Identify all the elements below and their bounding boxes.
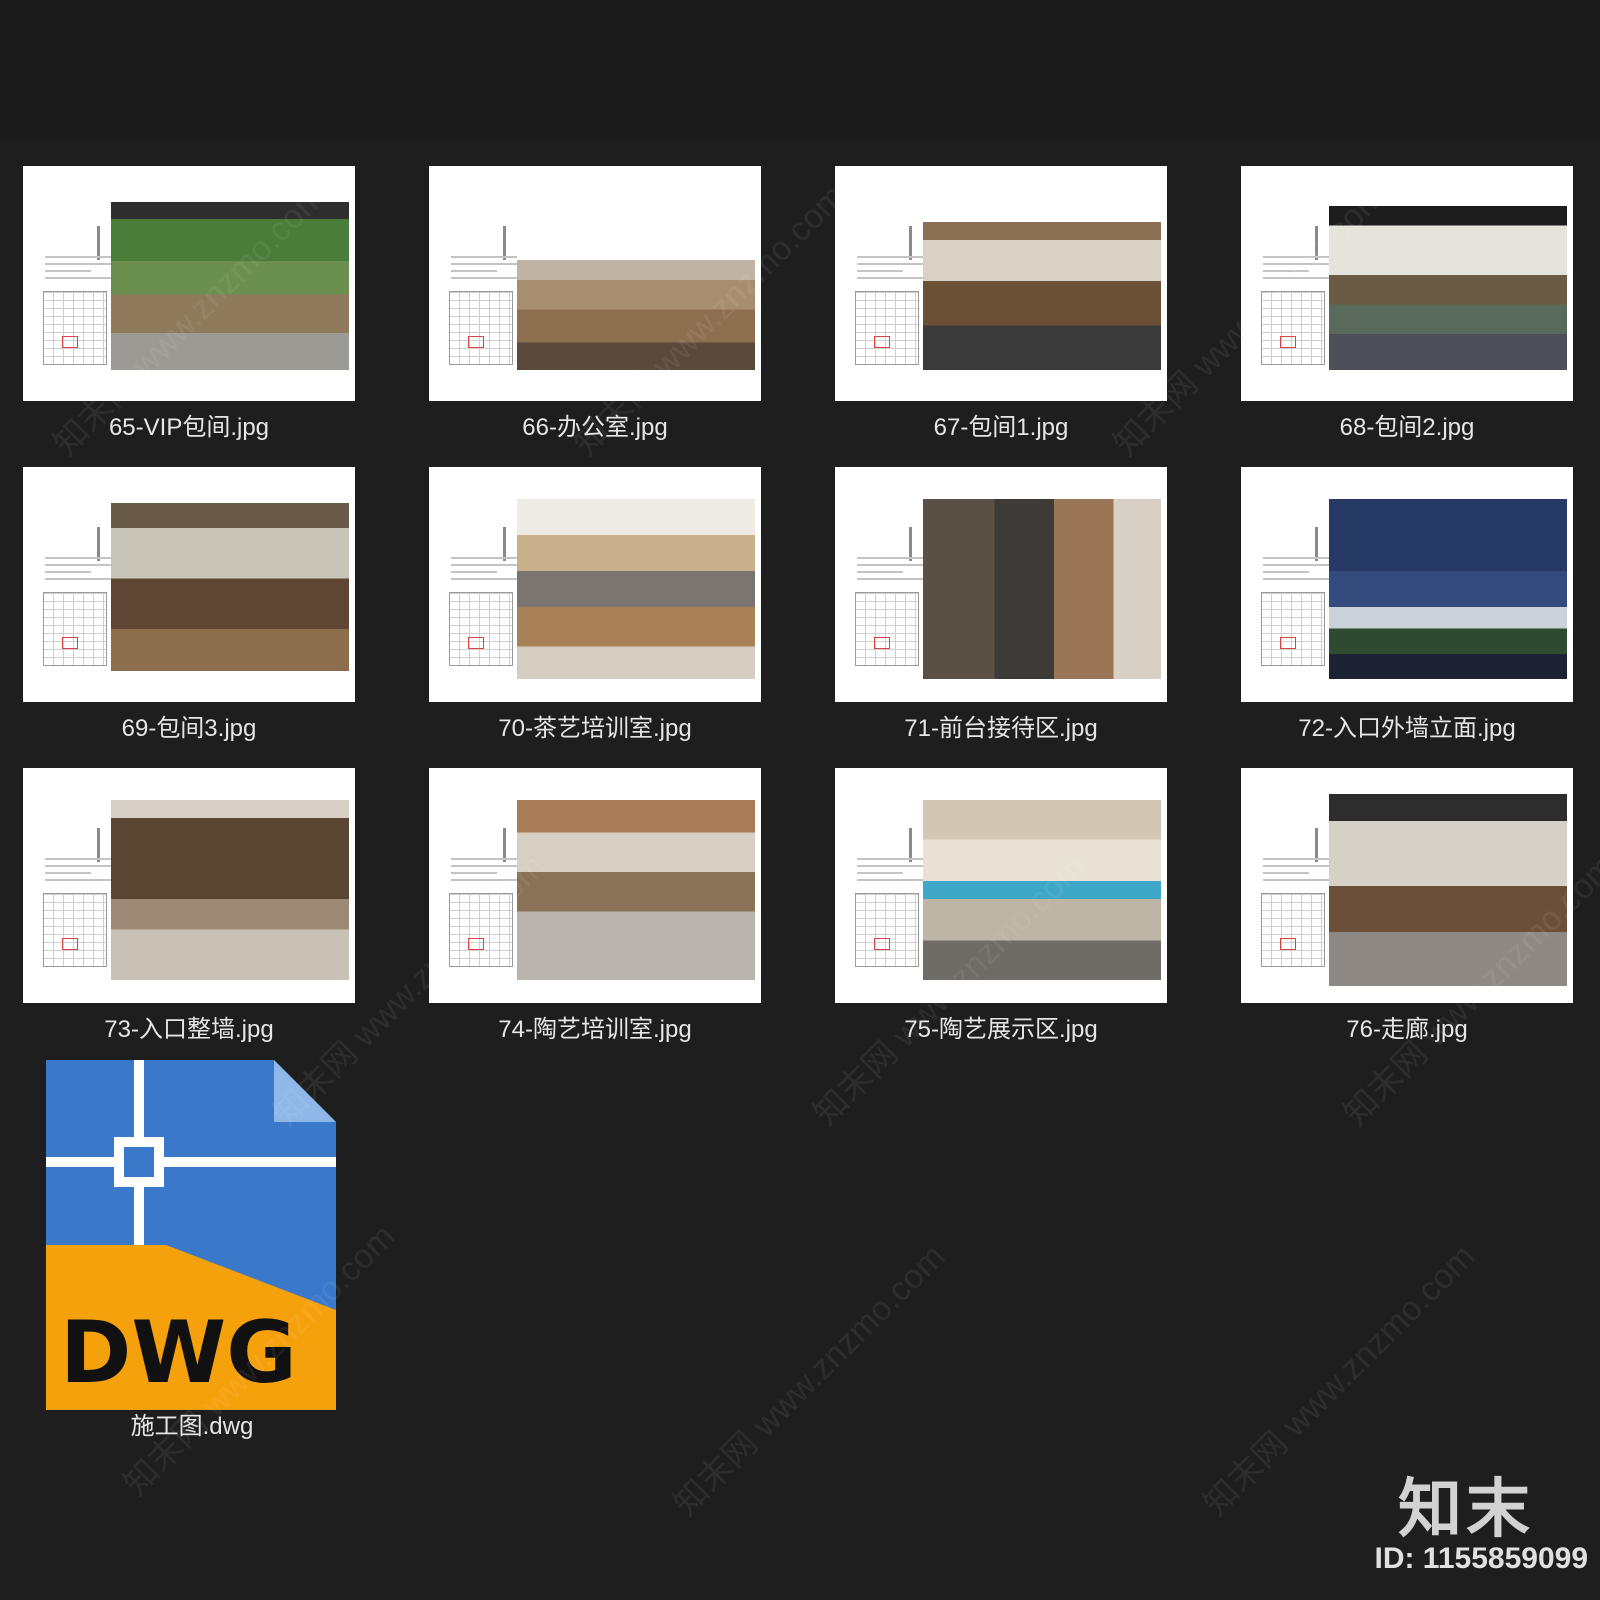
file-grid: 65-VIP包间.jpg 66-办公室.jpg 67-包间1.jpg 68-包间… bbox=[0, 0, 1600, 1600]
brand-logo: 知末 bbox=[1398, 1473, 1534, 1547]
file-name: 73-入口整墙.jpg bbox=[104, 1016, 274, 1043]
file-name: 施工图.dwg bbox=[130, 1413, 254, 1440]
file-item[interactable]: 75-陶艺展示区.jpg bbox=[835, 768, 1167, 1045]
file-item[interactable]: 74-陶艺培训室.jpg bbox=[429, 768, 761, 1045]
file-item[interactable]: 71-前台接待区.jpg bbox=[835, 467, 1167, 744]
file-item[interactable]: 70-茶艺培训室.jpg bbox=[429, 467, 761, 744]
dwg-file-item[interactable]: DWG 施工图.dwg bbox=[26, 1060, 358, 1442]
file-item[interactable]: 76-走廊.jpg bbox=[1241, 768, 1573, 1045]
file-name: 69-包间3.jpg bbox=[121, 715, 257, 742]
file-name: 71-前台接待区.jpg bbox=[904, 715, 1098, 742]
dwg-file-icon: DWG bbox=[46, 1060, 336, 1410]
file-item[interactable]: 65-VIP包间.jpg bbox=[23, 166, 355, 443]
image-thumbnail-icon bbox=[1241, 467, 1573, 702]
file-item[interactable]: 69-包间3.jpg bbox=[23, 467, 355, 744]
brand-id: ID: 1155859099 bbox=[1374, 1542, 1588, 1575]
file-item[interactable]: 73-入口整墙.jpg bbox=[23, 768, 355, 1045]
dwg-badge-text: DWG bbox=[60, 1303, 297, 1403]
file-name: 76-走廊.jpg bbox=[1346, 1016, 1468, 1043]
file-name: 70-茶艺培训室.jpg bbox=[498, 715, 692, 742]
file-name: 75-陶艺展示区.jpg bbox=[904, 1016, 1098, 1043]
file-name: 72-入口外墙立面.jpg bbox=[1298, 715, 1516, 742]
file-name: 68-包间2.jpg bbox=[1339, 414, 1475, 441]
image-thumbnail-icon bbox=[23, 768, 355, 1003]
file-item[interactable]: 72-入口外墙立面.jpg bbox=[1241, 467, 1573, 744]
image-thumbnail-icon bbox=[429, 166, 761, 401]
image-thumbnail-icon bbox=[429, 768, 761, 1003]
file-name: 74-陶艺培训室.jpg bbox=[498, 1016, 692, 1043]
file-item[interactable]: 66-办公室.jpg bbox=[429, 166, 761, 443]
file-item[interactable]: 68-包间2.jpg bbox=[1241, 166, 1573, 443]
file-item[interactable]: 67-包间1.jpg bbox=[835, 166, 1167, 443]
file-name: 67-包间1.jpg bbox=[933, 414, 1069, 441]
file-name: 65-VIP包间.jpg bbox=[108, 414, 270, 441]
image-thumbnail-icon bbox=[835, 467, 1167, 702]
image-thumbnail-icon bbox=[835, 166, 1167, 401]
image-thumbnail-icon bbox=[23, 467, 355, 702]
file-name: 66-办公室.jpg bbox=[522, 414, 668, 441]
image-thumbnail-icon bbox=[835, 768, 1167, 1003]
image-thumbnail-icon bbox=[1241, 166, 1573, 401]
image-thumbnail-icon bbox=[23, 166, 355, 401]
image-thumbnail-icon bbox=[1241, 768, 1573, 1003]
image-thumbnail-icon bbox=[429, 467, 761, 702]
